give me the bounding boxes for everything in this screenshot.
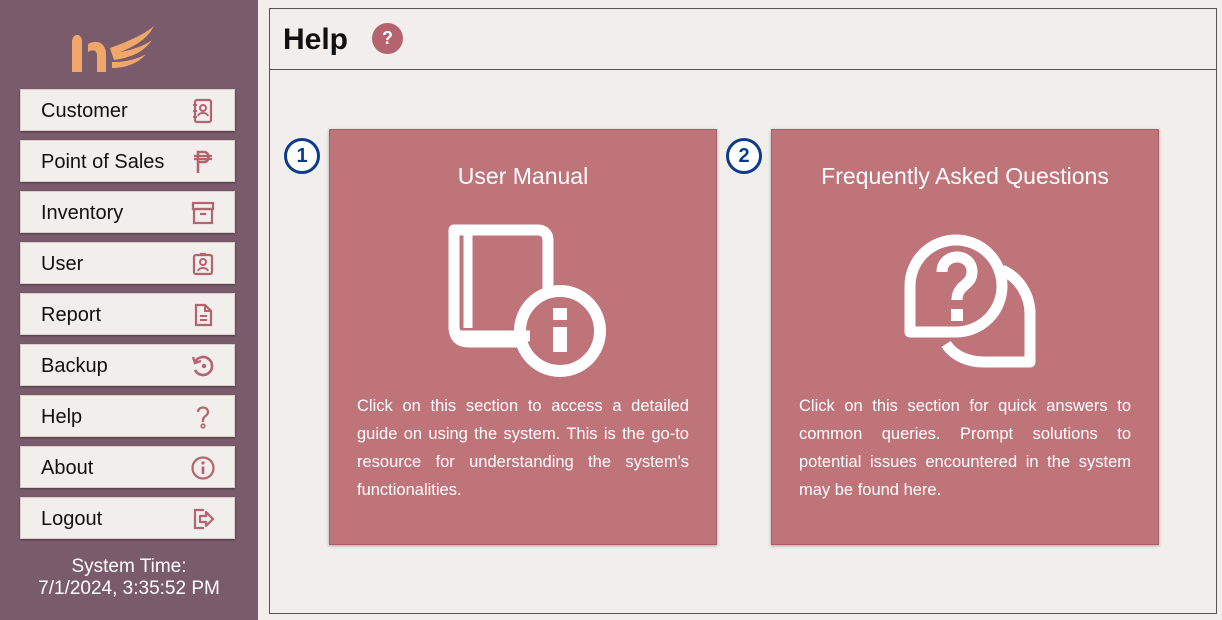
sidebar-item-label: Help [41,406,83,428]
sidebar-item-backup[interactable]: Backup [20,344,235,386]
sidebar: Customer Point of Sales Inventory User R… [0,0,258,620]
faq-card[interactable]: Frequently Asked Questions Click on this… [771,129,1159,545]
help-badge[interactable]: ? [372,23,403,54]
question-icon [190,404,216,430]
user-badge-icon [190,251,216,277]
system-time-label: System Time: [71,556,187,577]
sidebar-item-label: Logout [41,508,103,530]
sidebar-item-about[interactable]: About [20,446,235,488]
sidebar-item-report[interactable]: Report [20,293,235,335]
marker-2: 2 [726,138,762,174]
sidebar-item-customer[interactable]: Customer [20,89,235,131]
system-time-value: 7/1/2024, 3:35:52 PM [38,578,220,599]
sidebar-item-help[interactable]: Help [20,395,235,437]
sidebar-item-point-of-sales[interactable]: Point of Sales [20,140,235,182]
card-description: Click on this section to access a detail… [357,397,689,499]
marker-1: 1 [284,138,320,174]
logout-icon [190,506,216,532]
logo-icon [66,22,158,78]
sidebar-item-label: Backup [41,355,108,377]
page-title: Help [283,23,349,56]
sidebar-item-user[interactable]: User [20,242,235,284]
sidebar-item-label: Inventory [41,202,124,224]
info-icon [190,455,216,481]
user-manual-card[interactable]: User Manual Click on this section to acc… [329,129,717,545]
history-icon [190,353,216,379]
peso-icon [190,149,216,175]
card-title: User Manual [457,163,589,189]
sidebar-item-label: Point of Sales [41,151,165,173]
sidebar-item-logout[interactable]: Logout [20,497,235,539]
page-header: Help ? [269,8,1217,70]
sidebar-item-label: Customer [41,100,128,122]
sidebar-item-inventory[interactable]: Inventory [20,191,235,233]
faq-chat-icon [880,210,1050,380]
contact-book-icon [190,98,216,124]
sidebar-item-label: About [41,457,94,479]
system-time: System Time: 7/1/2024, 3:35:52 PM [0,556,258,600]
help-content: 1 User Manual Click on this section to a… [269,69,1217,614]
card-description: Click on this section for quick answers … [799,397,1131,499]
manual-book-icon [438,210,608,380]
sidebar-item-label: User [41,253,84,275]
card-title: Frequently Asked Questions [821,163,1109,189]
archive-box-icon [190,200,216,226]
sidebar-item-label: Report [41,304,102,326]
document-icon [190,302,216,328]
